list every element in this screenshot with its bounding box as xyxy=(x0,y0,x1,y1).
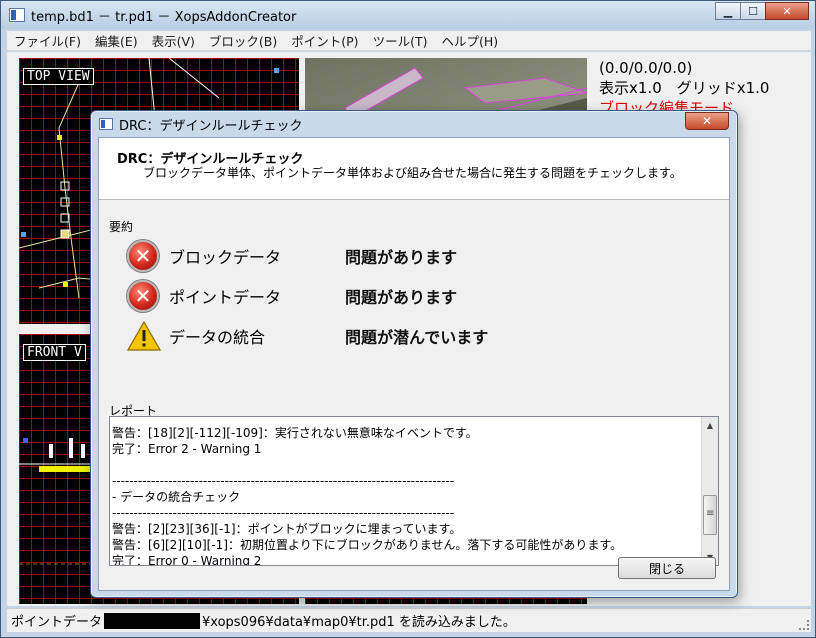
info-panel: (0.0/0.0/0.0) 表示x1.0 グリッドx1.0 ブロック編集モード xyxy=(599,58,809,118)
report-line: 完了：Error 0 - Warning 2 xyxy=(112,554,262,566)
summary-row-data-integration: データの統合 問題が潜んでいます xyxy=(127,320,488,352)
report-line xyxy=(112,457,700,473)
report-line: ----------------------------------------… xyxy=(112,474,455,488)
menu-bar: ファイル(F) 編集(E) 表示(V) ブロック(B) ポイント(P) ツール(… xyxy=(7,31,811,51)
dialog-title-bar[interactable]: DRC：デザインルールチェック ✕ xyxy=(91,111,737,137)
top-view-label: TOP VIEW xyxy=(23,68,94,85)
report-line: 警告：[6][2][10][-1]：初期位置より下にブロックがありません。落下す… xyxy=(112,538,623,552)
title-bar[interactable]: temp.bd1 － tr.pd1 － XopsAddonCreator ▁ ☐… xyxy=(1,1,815,29)
front-view-label: FRONT V xyxy=(23,344,86,361)
dialog-close-button[interactable]: ✕ xyxy=(685,112,729,130)
summary-row-point-data: ✕ ポイントデータ 問題があります xyxy=(127,280,457,312)
summary-row-block-data: ✕ ブロックデータ 問題があります xyxy=(127,240,457,272)
resize-grip[interactable] xyxy=(799,620,809,630)
error-icon: ✕ xyxy=(127,240,159,272)
dialog-title: DRC：デザインルールチェック xyxy=(119,118,303,134)
scroll-thumb[interactable] xyxy=(703,495,717,535)
report-lines: 警告：[18][2][-112][-109]：実行されない無意味なイベントです。… xyxy=(112,417,700,566)
window-controls: ▁ ☐ ✕ xyxy=(715,2,809,20)
menu-help[interactable]: ヘルプ(H) xyxy=(434,31,505,50)
report-line: - データの統合チェック xyxy=(112,490,241,504)
error-icon: ✕ xyxy=(127,280,159,312)
menu-point[interactable]: ポイント(P) xyxy=(284,31,365,50)
menu-file[interactable]: ファイル(F) xyxy=(7,31,88,50)
report-line: ----------------------------------------… xyxy=(112,506,455,520)
summary-label: 要約 xyxy=(109,220,134,234)
app-icon xyxy=(9,8,25,22)
status-message: ¥xops096¥data¥map0¥tr.pd1 を読み込みました。 xyxy=(202,615,516,630)
summary-item-status: 問題があります xyxy=(345,288,458,307)
dialog-body: DRC：デザインルールチェック ブロックデータ単体、ポイントデータ単体および組み… xyxy=(98,137,730,591)
scroll-up-icon[interactable]: ▲ xyxy=(702,417,718,433)
summary-item-name: ブロックデータ xyxy=(169,248,282,267)
warning-icon xyxy=(127,321,161,351)
minimize-button[interactable]: ▁ xyxy=(715,2,741,20)
report-line: 警告：[2][23][36][-1]：ポイントがブロックに埋まっています。 xyxy=(112,522,462,536)
report-line: 警告：[18][2][-112][-109]：実行されない無意味なイベントです。 xyxy=(112,426,478,440)
camera-coordinates: (0.0/0.0/0.0) xyxy=(599,59,693,77)
status-bar: ポイントデータ ¥xops096¥data¥map0¥tr.pd1 を読み込みま… xyxy=(7,608,811,632)
dialog-header: DRC：デザインルールチェック ブロックデータ単体、ポイントデータ単体および組み… xyxy=(99,138,729,200)
summary-item-status: 問題が潜んでいます xyxy=(345,328,489,347)
status-prefix: ポイントデータ xyxy=(11,615,103,630)
menu-block[interactable]: ブロック(B) xyxy=(202,31,284,50)
dialog-app-icon xyxy=(99,118,113,130)
zoom-grid-status: 表示x1.0 グリッドx1.0 xyxy=(599,79,770,97)
report-scrollbar[interactable]: ▲ ▼ xyxy=(701,417,718,565)
close-dialog-button[interactable]: 閉じる xyxy=(618,557,716,579)
report-textbox[interactable]: 警告：[18][2][-112][-109]：実行されない無意味なイベントです。… xyxy=(109,416,719,566)
window-title: temp.bd1 － tr.pd1 － XopsAddonCreator xyxy=(31,9,297,25)
close-button[interactable]: ✕ xyxy=(765,2,809,20)
summary-item-name: ポイントデータ xyxy=(169,288,282,307)
report-line: 完了：Error 2 - Warning 1 xyxy=(112,442,262,456)
redacted-path xyxy=(104,612,201,629)
drc-dialog: DRC：デザインルールチェック ✕ DRC：デザインルールチェック ブロックデー… xyxy=(90,110,738,598)
summary-item-name: データの統合 xyxy=(169,328,266,347)
menu-tools[interactable]: ツール(T) xyxy=(366,31,435,50)
menu-edit[interactable]: 編集(E) xyxy=(88,31,145,50)
report-line xyxy=(112,417,700,425)
maximize-button[interactable]: ☐ xyxy=(740,2,766,20)
dialog-description: ブロックデータ単体、ポイントデータ単体および組み合せた場合に発生する問題をチェッ… xyxy=(143,166,682,180)
menu-view[interactable]: 表示(V) xyxy=(145,31,202,50)
summary-item-status: 問題があります xyxy=(345,248,458,267)
